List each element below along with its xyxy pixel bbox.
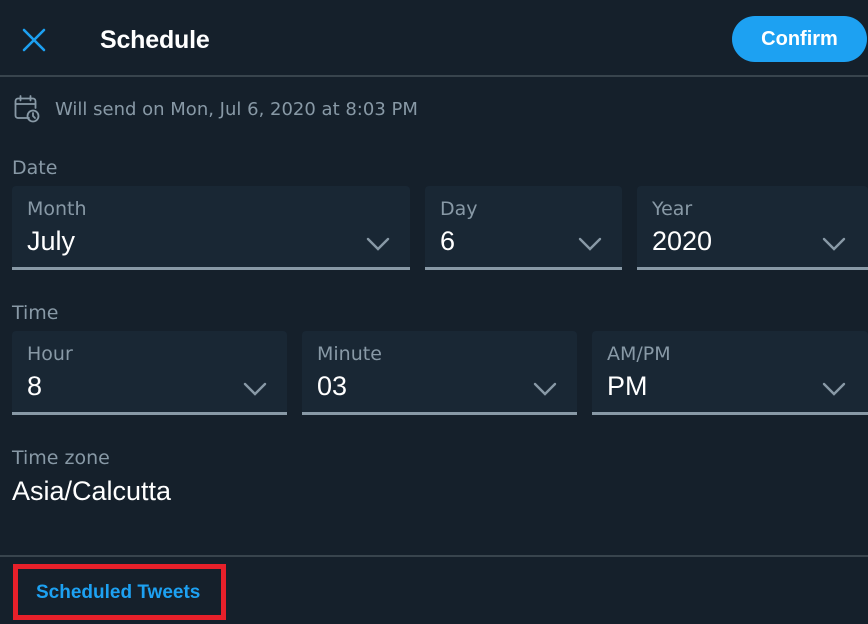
month-label: Month [27, 198, 87, 220]
ampm-label: AM/PM [607, 343, 671, 365]
modal-header: Schedule Confirm [0, 0, 868, 77]
day-value: 6 [440, 226, 456, 256]
date-section-label: Date [12, 157, 58, 179]
chevron-down-icon [822, 237, 846, 251]
year-value: 2020 [652, 226, 713, 256]
chevron-down-icon [366, 237, 390, 251]
confirm-button[interactable]: Confirm [732, 16, 867, 62]
month-select[interactable]: Month July [12, 186, 410, 270]
hour-value: 8 [27, 371, 43, 401]
minute-value: 03 [317, 371, 348, 401]
chevron-down-icon [578, 237, 602, 251]
calendar-clock-icon [14, 95, 40, 123]
month-value: July [27, 226, 76, 256]
time-section-label: Time [12, 302, 59, 324]
chevron-down-icon [822, 382, 846, 396]
timezone-section-label: Time zone [12, 447, 110, 469]
hour-select[interactable]: Hour 8 [12, 331, 287, 415]
schedule-summary: Will send on Mon, Jul 6, 2020 at 8:03 PM [14, 94, 418, 124]
scheduled-tweets-link[interactable]: Scheduled Tweets [36, 582, 200, 604]
day-select[interactable]: Day 6 [425, 186, 622, 270]
ampm-value: PM [607, 371, 648, 401]
year-label: Year [652, 198, 693, 220]
close-icon [22, 28, 46, 52]
schedule-modal: Schedule Confirm Will send on Mon, Jul 6… [0, 0, 868, 624]
chevron-down-icon [243, 382, 267, 396]
ampm-select[interactable]: AM/PM PM [592, 331, 868, 415]
chevron-down-icon [533, 382, 557, 396]
modal-title: Schedule [100, 26, 210, 54]
hour-label: Hour [27, 343, 73, 365]
schedule-summary-text: Will send on Mon, Jul 6, 2020 at 8:03 PM [55, 98, 418, 120]
year-select[interactable]: Year 2020 [637, 186, 868, 270]
day-label: Day [440, 198, 478, 220]
minute-select[interactable]: Minute 03 [302, 331, 577, 415]
close-button[interactable] [16, 22, 52, 58]
timezone-value: Asia/Calcutta [12, 476, 172, 506]
minute-label: Minute [317, 343, 382, 365]
footer-divider [0, 555, 868, 557]
